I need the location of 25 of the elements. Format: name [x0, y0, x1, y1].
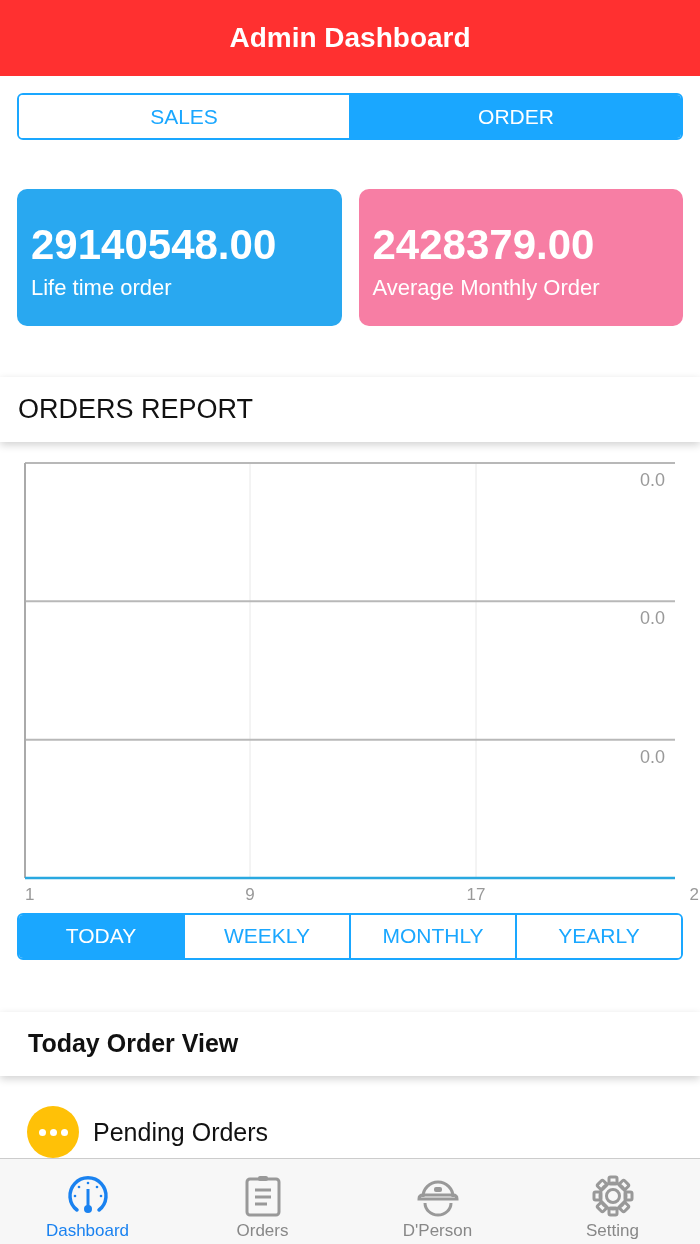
x-axis-label: 9 [245, 884, 255, 904]
stat-label: Life time order [31, 274, 173, 301]
x-axis-label: 1 [25, 884, 35, 904]
clipboard-icon [244, 1175, 281, 1217]
mode-tab[interactable]: ORDER [349, 95, 681, 139]
y-axis-label: 0.0 [639, 746, 665, 767]
today-title: Today Order View [27, 1029, 239, 1059]
header-title: Admin Dashboard [229, 22, 471, 55]
y-axis-label: 0.0 [639, 469, 665, 490]
order-status-label[interactable]: Pending Orders [93, 1117, 269, 1147]
tab-bar-item[interactable]: Setting [525, 1159, 700, 1244]
settings-icon [591, 1175, 634, 1217]
stat-value: 29140548.00 [31, 220, 278, 269]
tab-bar-item[interactable]: Orders [175, 1159, 350, 1244]
period-tab[interactable]: TODAY [19, 914, 183, 958]
stat-label: Average Monthly Order [372, 274, 601, 301]
x-axis-label: 2 [689, 884, 699, 904]
tab-bar-item[interactable]: D'Person [350, 1159, 525, 1244]
stat-value: 2428379.00 [372, 220, 596, 269]
report-title: ORDERS REPORT [18, 394, 254, 426]
x-axis-label: 17 [466, 884, 486, 904]
helmet-icon [416, 1179, 459, 1217]
period-tab[interactable]: YEARLY [515, 914, 681, 958]
tab-bar-item[interactable]: Dashboard [0, 1159, 175, 1244]
y-axis-label: 0.0 [639, 608, 665, 629]
